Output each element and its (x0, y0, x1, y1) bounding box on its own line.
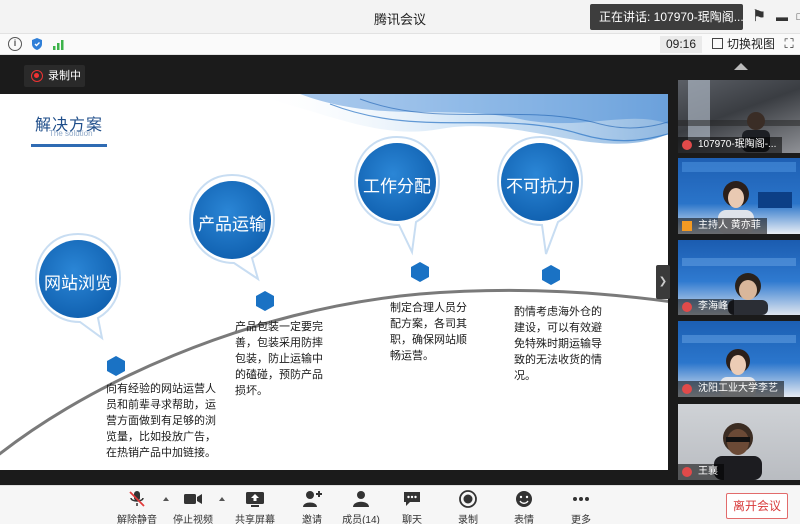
mic-muted-icon (682, 302, 692, 312)
text-line: 职，确保网站顺 (390, 334, 467, 346)
participant-name-1: 107970-珉陶阁-... (678, 137, 783, 153)
text-line: 况。 (514, 370, 536, 382)
emoji-icon (516, 491, 532, 507)
switch-view-label: 切换视图 (727, 37, 776, 51)
mic-muted-icon (682, 140, 692, 150)
host-badge-icon (682, 221, 692, 231)
participant-label: 李海峰 (698, 301, 728, 312)
pin-icon[interactable]: ⚑ (748, 6, 770, 28)
unmute-label: 解除静音 (117, 515, 157, 524)
text-line: 建设，可以有效避 (514, 322, 602, 334)
share-screen-label: 共享屏幕 (235, 515, 275, 524)
presentation-slide: 解决方案 The solution 网站浏览 产品运输 工作分配 不可抗力 向有… (0, 94, 668, 470)
members-icon (353, 491, 369, 507)
participant-label: 王襄 (698, 466, 718, 477)
text-line: 览量，比如投放广告， (106, 431, 216, 443)
leave-meeting-button[interactable]: 离开会议 (726, 493, 788, 519)
solution-text-4: 酌情考虑海外仓的 建设，可以有效避 免特殊时期运输导 致的无法收货的情 况。 (514, 304, 602, 384)
bubble-label-4: 不可抗力 (506, 177, 574, 196)
chat-label: 聊天 (402, 515, 422, 524)
shared-screen-area: 录制中 解决方案 The solution 网站浏览 产品运输 工作分配 不可抗… (0, 55, 672, 485)
text-line: 营方面做到有足够的浏 (106, 415, 216, 427)
stop-video-button[interactable]: 停止视频 (163, 489, 223, 524)
more-label: 更多 (571, 515, 591, 524)
recording-badge[interactable]: 录制中 (24, 65, 85, 87)
grid-view-icon (712, 38, 723, 49)
title-bar: 腾讯会议 正在讲话: 107970-珉陶阁... ⚑ ▬ □ (0, 0, 800, 34)
record-icon (459, 490, 477, 508)
participant-name-4: 沈阳工业大学李艺 (678, 381, 784, 397)
node-1 (107, 356, 125, 376)
participant-tile-5[interactable]: 王襄 (678, 404, 800, 480)
more-icon (573, 497, 589, 501)
participant-tile-4[interactable]: 沈阳工业大学李艺 (678, 321, 800, 397)
chat-button[interactable]: 聊天 (382, 489, 442, 524)
record-dot-icon (31, 70, 43, 82)
more-button[interactable]: 更多 (551, 489, 611, 524)
bubble-label-3: 工作分配 (363, 177, 431, 196)
mic-muted-icon (682, 467, 692, 477)
reactions-label: 表情 (514, 515, 534, 524)
text-line: 在热销产品中加链接。 (106, 447, 216, 459)
shield-icon[interactable] (30, 37, 44, 51)
unmute-button[interactable]: 解除静音 (107, 489, 167, 524)
participant-label: 主持人 黄亦菲 (698, 220, 761, 231)
meeting-info-bar: i 09:16 切换视图 ⛶ (0, 34, 800, 55)
text-line: 畅运营。 (390, 350, 434, 362)
participant-tile-1[interactable]: 107970-珉陶阁-... (678, 80, 800, 153)
text-line: 免特殊时期运输导 (514, 338, 602, 350)
mic-off-icon (129, 491, 145, 507)
text-line: 产品包装一定要完 (235, 321, 323, 333)
switch-view-button[interactable]: 切换视图 (712, 36, 775, 53)
recording-label: 录制中 (48, 70, 81, 82)
participant-tile-2[interactable]: 主持人 黄亦菲 (678, 158, 800, 234)
participant-label: 沈阳工业大学李艺 (698, 383, 778, 394)
bubble-label-1: 网站浏览 (44, 274, 112, 293)
chat-icon (404, 492, 420, 506)
text-line: 包装，防止运输中 (235, 353, 323, 365)
text-line: 善，包装采用防摔 (235, 337, 323, 349)
record-label: 录制 (458, 515, 478, 524)
participant-tile-3[interactable]: 李海峰 (678, 240, 800, 315)
participant-label: 107970-珉陶阁-... (698, 139, 777, 150)
info-icon[interactable]: i (8, 37, 22, 51)
speaking-indicator[interactable]: 正在讲话: 107970-珉陶阁... (590, 4, 743, 30)
text-line: 配方案，各司其 (390, 318, 467, 330)
participant-name-5: 王襄 (678, 464, 724, 480)
add-user-icon (303, 491, 322, 507)
participant-name-3: 李海峰 (678, 299, 734, 315)
participant-name-2: 主持人 黄亦菲 (678, 218, 767, 234)
scroll-up-arrow-icon[interactable] (734, 63, 748, 70)
node-2 (256, 291, 274, 311)
text-line: 员和前辈寻求帮助，运 (106, 399, 216, 411)
collapse-panel-button[interactable]: ❯ (656, 265, 670, 299)
node-4 (542, 265, 560, 285)
text-line: 向有经验的网站运营人 (106, 383, 216, 395)
text-line: 损坏。 (235, 385, 268, 397)
meeting-toolbar: 解除静音 停止视频 共享屏幕 邀请 成员(14) 聊天 录制 表情 更多 离开会… (0, 485, 800, 524)
solution-text-1: 向有经验的网站运营人 员和前辈寻求帮助，运 营方面做到有足够的浏 览量，比如投放… (106, 381, 216, 461)
meeting-time: 09:16 (660, 36, 703, 53)
fullscreen-icon[interactable]: ⛶ (782, 37, 796, 51)
maximize-button[interactable]: □ (789, 6, 800, 28)
text-line: 致的无法收货的情 (514, 354, 602, 366)
solution-text-3: 制定合理人员分 配方案，各司其 职，确保网站顺 畅运营。 (390, 300, 467, 364)
solution-text-2: 产品包装一定要完 善，包装采用防摔 包装，防止运输中 的磕碰，预防产品 损坏。 (235, 319, 323, 399)
node-3 (411, 262, 429, 282)
camera-icon (184, 494, 202, 504)
share-screen-button[interactable]: 共享屏幕 (225, 489, 285, 524)
reactions-button[interactable]: 表情 (494, 489, 554, 524)
share-screen-icon (246, 492, 264, 507)
record-button[interactable]: 录制 (438, 489, 498, 524)
signal-icon[interactable] (52, 37, 66, 51)
text-line: 的磕碰，预防产品 (235, 369, 323, 381)
text-line: 制定合理人员分 (390, 302, 467, 314)
bubble-label-2: 产品运输 (198, 215, 266, 234)
mic-muted-icon (682, 384, 692, 394)
text-line: 酌情考虑海外仓的 (514, 306, 602, 318)
stop-video-label: 停止视频 (173, 515, 213, 524)
